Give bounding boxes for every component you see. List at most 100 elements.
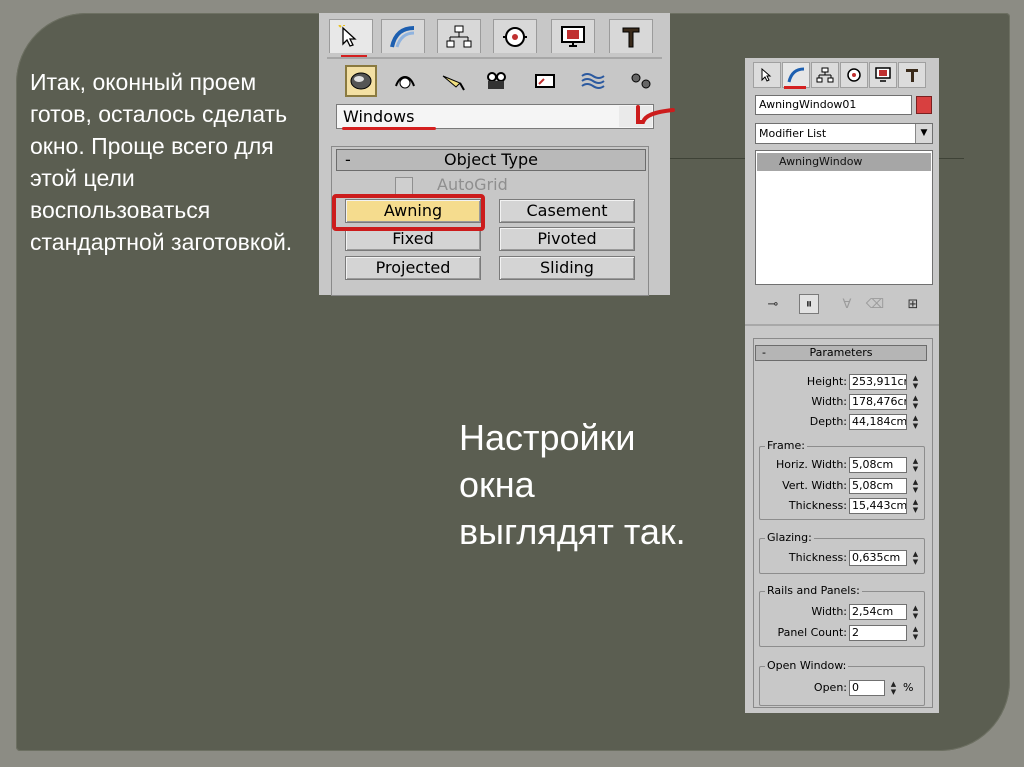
show-end-result-icon[interactable]: ⏸ [799, 294, 819, 314]
cameras-icon [487, 72, 506, 89]
category-lights[interactable] [437, 65, 469, 97]
glazing-thickness-label: Thickness: [788, 551, 847, 564]
hierarchy-icon [446, 25, 472, 47]
utilities-tab[interactable] [609, 19, 653, 53]
panel-divider [745, 324, 939, 326]
display-icon [875, 67, 891, 82]
depth-label: Depth: [809, 415, 847, 428]
systems-icon [631, 73, 651, 89]
active-tab-underline [784, 86, 806, 89]
modify-tab-small[interactable] [782, 62, 810, 88]
open-arrows-icon[interactable]: ▲ ▼ [888, 680, 899, 696]
open-label: Open: [813, 681, 847, 694]
frame-thickness-label: Thickness: [788, 499, 847, 512]
pivoted-button[interactable]: Pivoted [499, 227, 635, 251]
highlight-underline [342, 127, 436, 130]
motion-icon [503, 26, 527, 47]
category-systems[interactable] [625, 65, 657, 97]
autogrid-label: AutoGrid [437, 175, 508, 194]
motion-tab[interactable] [493, 19, 537, 53]
projected-button[interactable]: Projected [345, 256, 481, 280]
width-spinner-arrows-icon[interactable]: ▲ ▼ [910, 394, 921, 410]
chevron-down-icon: ▼ [915, 124, 932, 143]
height-spinner[interactable]: 253,911cr [849, 374, 907, 390]
open-percent-unit: % [903, 681, 914, 694]
depth-spinner-arrows-icon[interactable]: ▲ ▼ [910, 414, 921, 430]
open-window-title: Open Window: [765, 659, 849, 672]
rails-width-arrows-icon[interactable]: ▲ ▼ [910, 604, 921, 620]
object-color-swatch[interactable] [916, 96, 932, 114]
modify-icon [390, 25, 415, 47]
vert-width-spinner[interactable]: 5,08cm [849, 478, 907, 494]
utilities-tab-small[interactable] [898, 62, 926, 88]
rollout-title: Object Type [444, 150, 538, 169]
panel-count-label: Panel Count: [777, 626, 847, 639]
make-unique-icon[interactable]: ∀ [837, 294, 857, 314]
modify-icon [787, 67, 805, 83]
display-tab[interactable] [551, 19, 595, 53]
display-icon [561, 25, 585, 47]
category-geometry[interactable] [345, 65, 377, 97]
depth-spinner[interactable]: 44,184cm [849, 414, 907, 430]
category-helpers[interactable] [529, 65, 561, 97]
category-cameras[interactable] [481, 65, 513, 97]
modifier-stack: AwningWindow [755, 150, 933, 285]
vert-width-arrows-icon[interactable]: ▲ ▼ [910, 478, 921, 494]
spacewarps-icon [581, 73, 605, 89]
hierarchy-tab[interactable] [437, 19, 481, 53]
parameters-title: Parameters [809, 346, 873, 359]
modifier-list-dropdown[interactable]: Modifier List ▼ [755, 123, 933, 144]
remove-modifier-icon[interactable]: ⌫ [865, 294, 885, 314]
modifier-list-label: Modifier List [759, 127, 827, 140]
sliding-button[interactable]: Sliding [499, 256, 635, 280]
rails-width-spinner[interactable]: 2,54cm [849, 604, 907, 620]
width-label: Width: [811, 395, 847, 408]
height-label: Height: [806, 375, 847, 388]
rails-width-label: Width: [811, 605, 847, 618]
create-tab[interactable] [329, 19, 373, 53]
rails-panels-title: Rails and Panels: [765, 584, 862, 597]
modify-tab[interactable] [381, 19, 425, 53]
panel-count-arrows-icon[interactable]: ▲ ▼ [910, 625, 921, 641]
tab-separator [327, 57, 662, 59]
utilities-icon [906, 69, 918, 82]
horiz-width-spinner[interactable]: 5,08cm [849, 457, 907, 473]
highlight-hook-icon [636, 105, 675, 124]
create-icon [761, 67, 772, 82]
hierarchy-tab-small[interactable] [811, 62, 839, 88]
casement-button[interactable]: Casement [499, 199, 635, 223]
stack-item[interactable]: AwningWindow [757, 153, 931, 171]
panel-count-spinner[interactable]: 2 [849, 625, 907, 641]
width-spinner[interactable]: 178,476cr [849, 394, 907, 410]
configure-modifier-sets-icon[interactable]: ⊞ [903, 294, 923, 314]
geometry-icon [350, 72, 372, 90]
slide-main-text: Итак, оконный проем готов, осталось сдел… [30, 69, 293, 255]
object-type-header[interactable]: - Object Type [336, 149, 646, 171]
frame-thickness-arrows-icon[interactable]: ▲ ▼ [910, 498, 921, 514]
open-spinner[interactable]: 0 [849, 680, 885, 696]
glazing-thickness-spinner[interactable]: 0,635cm [849, 550, 907, 566]
create-panel: Windows - Object Type AutoGrid Awning Ca… [319, 13, 675, 296]
motion-icon [847, 68, 861, 82]
category-spacewarps[interactable] [577, 65, 609, 97]
glazing-thickness-arrows-icon[interactable]: ▲ ▼ [910, 550, 921, 566]
motion-tab-small[interactable] [840, 62, 868, 88]
slide-caption: Настройки окна выглядят так. [459, 417, 686, 552]
parameters-header[interactable]: - Parameters [755, 345, 927, 361]
shapes-icon [395, 76, 415, 89]
category-shapes[interactable] [389, 65, 421, 97]
modify-panel: AwningWindow01 Modifier List ▼ AwningWin… [745, 58, 939, 713]
height-spinner-arrows-icon[interactable]: ▲ ▼ [910, 374, 921, 390]
glazing-title: Glazing: [765, 531, 814, 544]
horiz-width-arrows-icon[interactable]: ▲ ▼ [910, 457, 921, 473]
object-name-field[interactable]: AwningWindow01 [755, 95, 912, 115]
display-tab-small[interactable] [869, 62, 897, 88]
frame-thickness-spinner[interactable]: 15,443cm [849, 498, 907, 514]
rollout-collapse: - [345, 150, 351, 169]
pin-stack-icon[interactable]: ⊸ [763, 294, 783, 314]
category-dropdown[interactable]: Windows [336, 104, 654, 129]
create-icon [338, 24, 357, 47]
create-tab-small[interactable] [753, 62, 781, 88]
hierarchy-icon [816, 67, 834, 83]
rollout-collapse: - [762, 346, 766, 359]
